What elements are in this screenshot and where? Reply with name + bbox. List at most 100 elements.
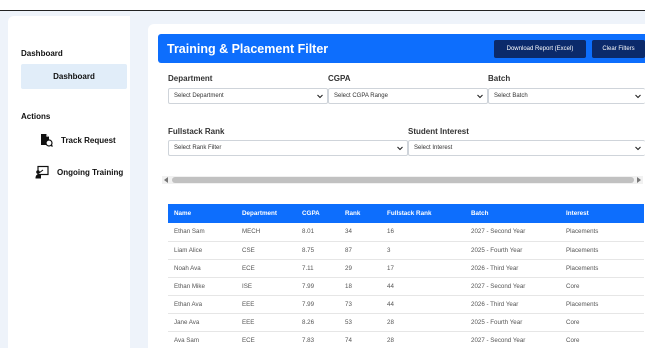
clear-filters-button[interactable]: Clear Filters	[592, 40, 645, 58]
track-request-icon	[41, 134, 53, 147]
cell-cgpa: 7.83	[296, 331, 339, 348]
cell-cgpa: 7.99	[296, 295, 339, 314]
cell-name: Liam Alice	[168, 241, 236, 260]
department-select-value: Select Department	[174, 93, 224, 99]
batch-label: Batch	[488, 74, 511, 83]
cgpa-select[interactable]: Select CGPA Range	[328, 88, 488, 104]
scroll-left-arrow-icon[interactable]	[164, 177, 168, 183]
column-header-cgpa[interactable]: CGPA	[296, 204, 339, 223]
cell-name: Noah Ava	[168, 259, 236, 278]
student-interest-label: Student Interest	[408, 127, 469, 136]
sidebar-item-ongoing-training[interactable]: Ongoing Training	[35, 165, 123, 179]
chevron-down-icon	[397, 146, 403, 151]
chevron-down-icon	[635, 94, 641, 99]
batch-select[interactable]: Select Batch	[488, 88, 645, 104]
cell-cgpa: 8.75	[296, 241, 339, 260]
column-header-name[interactable]: Name	[168, 204, 236, 223]
cell-fullstack-rank: 28	[381, 313, 465, 332]
column-header-batch[interactable]: Batch	[465, 204, 560, 223]
sidebar-item-dashboard[interactable]: Dashboard	[21, 64, 127, 89]
table-row: Liam Alice CSE 8.75 87 3 2025 - Fourth Y…	[168, 241, 644, 260]
cell-batch: 2027 - Second Year	[465, 277, 560, 296]
cell-interest: Placements	[560, 295, 644, 314]
cell-department: EEE	[236, 313, 296, 332]
cgpa-select-value: Select CGPA Range	[334, 93, 388, 99]
rank-select[interactable]: Select Rank Filter	[168, 140, 408, 156]
page-title: Training & Placement Filter	[167, 42, 329, 56]
cell-batch: 2027 - Second Year	[465, 223, 560, 242]
cell-name: Ethan Sam	[168, 223, 236, 242]
cell-rank: 18	[339, 277, 381, 296]
table-row: Ethan Sam MECH 8.01 34 16 2027 - Second …	[168, 223, 644, 242]
cell-rank: 73	[339, 295, 381, 314]
cgpa-label: CGPA	[328, 74, 351, 83]
table-row: Noah Ava ECE 7.11 29 17 2026 - Third Yea…	[168, 259, 644, 278]
cell-fullstack-rank: 44	[381, 277, 465, 296]
sidebar-item-label: Ongoing Training	[57, 167, 124, 177]
interest-select[interactable]: Select Interest	[408, 140, 645, 156]
cell-rank: 74	[339, 331, 381, 348]
filter-header: Training & Placement Filter Download Rep…	[158, 34, 645, 63]
cell-cgpa: 8.26	[296, 313, 339, 332]
column-header-interest[interactable]: Interest	[560, 204, 644, 223]
cell-fullstack-rank: 17	[381, 259, 465, 278]
cell-cgpa: 7.99	[296, 277, 339, 296]
cell-rank: 53	[339, 313, 381, 332]
scroll-thumb[interactable]	[172, 177, 634, 183]
cell-batch: 2027 - Second Year	[465, 331, 560, 348]
download-report-button[interactable]: Download Report (Excel)	[494, 40, 586, 58]
chevron-down-icon	[635, 146, 641, 151]
cell-interest: Placements	[560, 241, 644, 260]
cell-batch: 2026 - Third Year	[465, 295, 560, 314]
cell-rank: 87	[339, 241, 381, 260]
cell-name: Jane Ava	[168, 313, 236, 332]
cell-fullstack-rank: 16	[381, 223, 465, 242]
column-header-department[interactable]: Department	[236, 204, 296, 223]
cell-name: Ethan Mike	[168, 277, 236, 296]
sidebar-heading-dashboard: Dashboard	[21, 49, 63, 58]
cell-batch: 2026 - Third Year	[465, 259, 560, 278]
interest-select-value: Select Interest	[414, 145, 453, 151]
cell-department: ECE	[236, 259, 296, 278]
cell-fullstack-rank: 3	[381, 241, 465, 260]
chevron-down-icon	[477, 94, 483, 99]
column-header-fullstack-rank[interactable]: Fullstack Rank	[381, 204, 465, 223]
cell-rank: 29	[339, 259, 381, 278]
cell-fullstack-rank: 44	[381, 295, 465, 314]
cell-cgpa: 7.11	[296, 259, 339, 278]
column-header-rank[interactable]: Rank	[339, 204, 381, 223]
top-bar	[0, 0, 645, 11]
cell-rank: 34	[339, 223, 381, 242]
cell-batch: 2025 - Fourth Year	[465, 313, 560, 332]
horizontal-scrollbar[interactable]	[162, 176, 643, 184]
cell-department: CSE	[236, 241, 296, 260]
cell-batch: 2025 - Fourth Year	[465, 241, 560, 260]
batch-select-value: Select Batch	[494, 93, 528, 99]
chevron-down-icon	[317, 94, 323, 99]
ongoing-training-icon	[35, 165, 49, 179]
cell-fullstack-rank: 28	[381, 331, 465, 348]
table-row: Ava Sam ECE 7.83 74 28 2027 - Second Yea…	[168, 331, 644, 348]
sidebar-heading-actions: Actions	[21, 112, 51, 121]
table-row: Ethan Ava EEE 7.99 73 44 2026 - Third Ye…	[168, 295, 644, 314]
sidebar-item-label: Track Request	[61, 135, 116, 145]
sidebar-item-track-request[interactable]: Track Request	[39, 133, 116, 147]
cell-interest: Core	[560, 313, 644, 332]
scroll-right-arrow-icon[interactable]	[637, 177, 641, 183]
cell-department: ISE	[236, 277, 296, 296]
cell-interest: Core	[560, 331, 644, 348]
cell-interest: Core	[560, 277, 644, 296]
table-row: Jane Ava EEE 8.26 53 28 2025 - Fourth Ye…	[168, 313, 644, 332]
sidebar: Dashboard Dashboard Actions Track Reques…	[8, 16, 130, 348]
table-row: Ethan Mike ISE 7.99 18 44 2027 - Second …	[168, 277, 644, 296]
cell-name: Ava Sam	[168, 331, 236, 348]
cell-department: MECH	[236, 223, 296, 242]
main-panel: Training & Placement Filter Download Rep…	[148, 24, 645, 348]
cell-interest: Placements	[560, 223, 644, 242]
rank-select-value: Select Rank Filter	[174, 145, 222, 151]
cell-cgpa: 8.01	[296, 223, 339, 242]
department-select[interactable]: Select Department	[168, 88, 328, 104]
table-header-row: Name Department CGPA Rank Fullstack Rank…	[168, 204, 644, 223]
department-label: Department	[168, 74, 213, 83]
cell-name: Ethan Ava	[168, 295, 236, 314]
